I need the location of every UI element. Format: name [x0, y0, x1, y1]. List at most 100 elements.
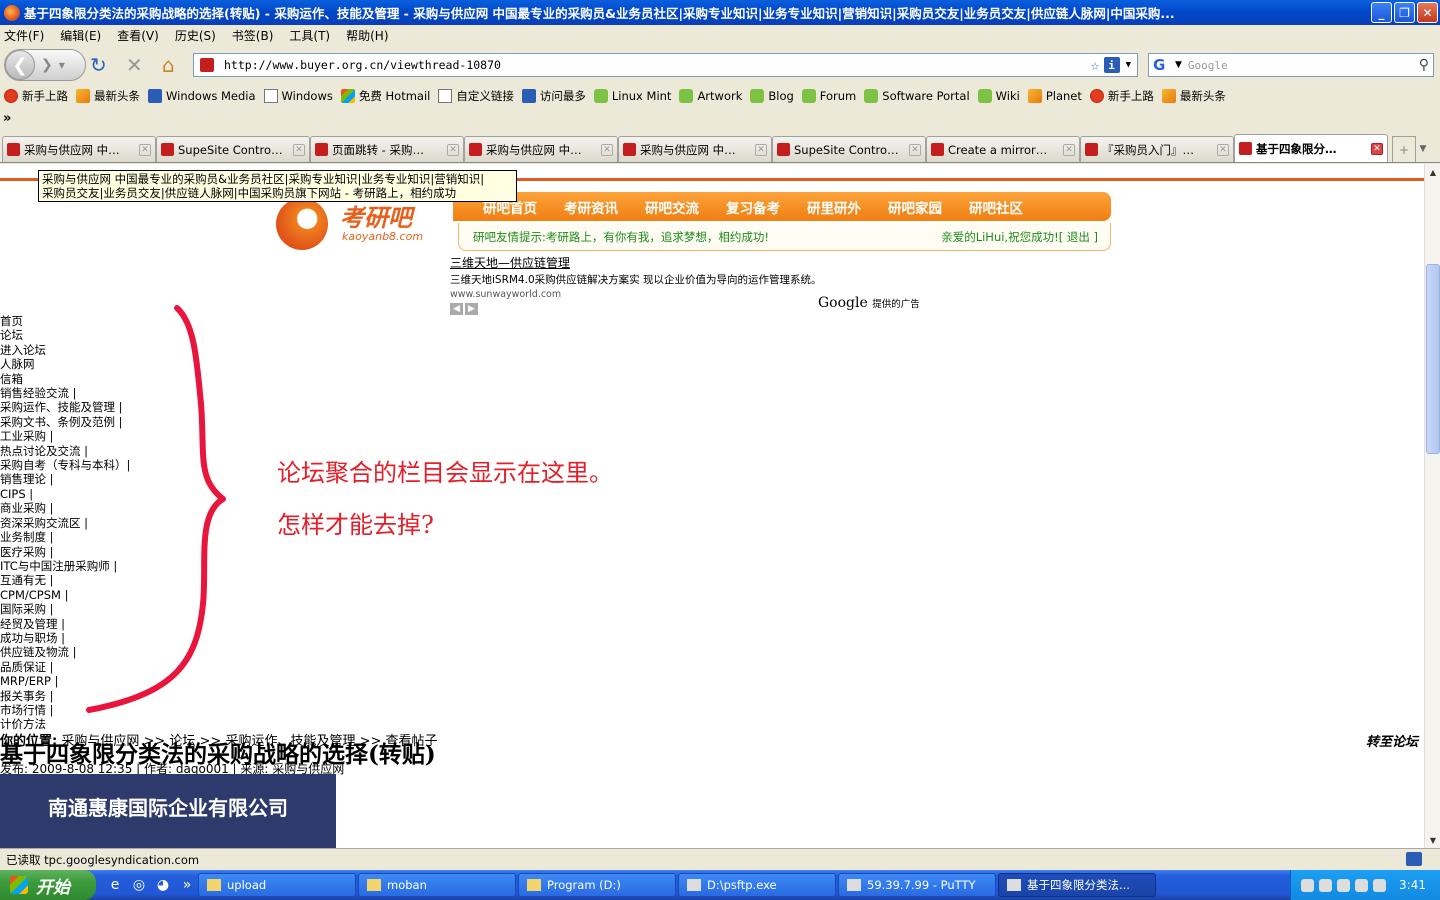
site-logo[interactable]: 考研吧 kaoyanb8.com	[276, 194, 436, 252]
taskbar-button[interactable]: D:\psftp.exe	[678, 873, 836, 897]
bookmark-item[interactable]: 自定义链接	[438, 88, 514, 104]
tab-close-icon[interactable]: ✕	[293, 143, 305, 156]
site-nav-item[interactable]: 研里研外	[807, 197, 861, 217]
tab[interactable]: 页面跳转 - 采购… ✕	[310, 136, 464, 162]
firefox-quicklaunch-icon[interactable]: ◕	[154, 876, 172, 894]
clock[interactable]: 3:41	[1399, 878, 1426, 892]
menu-file[interactable]: 文件(F)	[4, 27, 44, 44]
tab[interactable]: 采购与供应网 中… ✕	[464, 136, 618, 162]
tab-close-icon[interactable]: ✕	[601, 143, 613, 156]
menu-edit[interactable]: 编辑(E)	[60, 27, 101, 44]
ie-icon[interactable]: e	[106, 876, 124, 894]
volume-icon[interactable]	[1355, 878, 1369, 892]
bookmark-item[interactable]: 最新头条	[1161, 88, 1226, 104]
quick-launch-more-icon[interactable]: »	[178, 876, 196, 894]
search-engine-dropdown-icon[interactable]: ▼	[1175, 60, 1182, 70]
search-icon[interactable]: ⚲	[1419, 57, 1429, 73]
tab[interactable]: SupeSite Contro… ✕	[772, 136, 926, 162]
taskbar-button[interactable]: moban	[358, 873, 516, 897]
site-nav-item[interactable]: 研吧交流	[645, 197, 699, 217]
menu-view[interactable]: 查看(V)	[117, 27, 159, 44]
status-addon-icon[interactable]	[1406, 852, 1422, 866]
ad-title-link[interactable]: 三维天地—供应链管理	[450, 254, 920, 271]
transfer-to-forum-link[interactable]: 转至论坛	[1366, 731, 1418, 750]
tab-close-icon[interactable]: ✕	[1217, 143, 1229, 156]
network-icon[interactable]	[1337, 878, 1351, 892]
scroll-down-icon[interactable]: ▼	[1425, 832, 1440, 848]
outlook-icon[interactable]: ◎	[130, 876, 148, 894]
bookmark-item[interactable]: Wiki	[977, 89, 1020, 103]
tab[interactable]: 『采购员入门』… ✕	[1080, 136, 1234, 162]
bookmark-item[interactable]: Windows Media	[148, 89, 256, 103]
tab-close-icon[interactable]: ✕	[447, 143, 459, 156]
minimize-button[interactable]: _	[1371, 2, 1392, 23]
home-icon[interactable]: ⌂	[162, 54, 175, 76]
keyboard-icon[interactable]	[1301, 878, 1315, 892]
menu-bookmarks[interactable]: 书签(B)	[232, 27, 274, 44]
search-bar[interactable]: G ▼ Google ⚲	[1148, 53, 1434, 77]
tab[interactable]: 采购与供应网 中… ✕	[2, 136, 156, 162]
menu-help[interactable]: 帮助(H)	[346, 27, 388, 44]
taskbar-button[interactable]: 基于四象限分类法...	[998, 873, 1156, 897]
back-button[interactable]: ❮	[5, 50, 35, 80]
tray-arrow-icon[interactable]	[1319, 878, 1333, 892]
bookmark-star-icon[interactable]: ☆	[1091, 56, 1100, 74]
bookmark-item[interactable]: Software Portal	[864, 89, 970, 103]
tab[interactable]: 采购与供应网 中… ✕	[618, 136, 772, 162]
ad-attribution[interactable]: Google 提供的广告	[818, 295, 920, 311]
tab-list-dropdown-icon[interactable]: ▼	[1416, 136, 1430, 162]
start-button[interactable]: 开始	[0, 870, 96, 900]
search-input[interactable]: Google	[1188, 59, 1419, 72]
address-bar[interactable]: http://www.buyer.org.cn/viewthread-10870…	[193, 53, 1138, 77]
stop-icon[interactable]: ✕	[126, 54, 143, 76]
tab-close-icon[interactable]: ✕	[139, 143, 151, 156]
tab-close-icon[interactable]: ✕	[1063, 143, 1075, 156]
bookmark-item[interactable]: 免费 Hotmail	[340, 88, 430, 104]
bookmark-item[interactable]: Linux Mint	[593, 89, 671, 103]
site-info-icon[interactable]: i	[1103, 57, 1120, 73]
ad-next-icon[interactable]: ▶	[465, 303, 478, 315]
menu-history[interactable]: 历史(S)	[175, 27, 216, 44]
tab[interactable]: SupeSite Contro… ✕	[156, 136, 310, 162]
bookmark-item[interactable]: Artwork	[679, 89, 742, 103]
title-bar[interactable]: 基于四象限分类法的采购战略的选择(转贴) - 采购运作、技能及管理 - 采购与供…	[0, 0, 1440, 25]
site-nav-item[interactable]: 研吧家园	[888, 197, 942, 217]
history-dropdown-icon[interactable]: ▼	[59, 61, 65, 70]
toolbar-overflow-chevron[interactable]: »	[3, 111, 11, 126]
site-nav-item[interactable]: 研吧社区	[969, 197, 1023, 217]
bookmark-item[interactable]: Forum	[801, 89, 856, 103]
ad-prev-icon[interactable]: ◀	[450, 303, 463, 315]
bookmark-item[interactable]: Blog	[750, 89, 794, 103]
site-nav-item[interactable]: 考研资讯	[564, 197, 618, 217]
bookmark-item[interactable]: 新手上路	[1089, 88, 1154, 104]
reload-icon[interactable]: ↻	[90, 54, 107, 76]
bookmark-item[interactable]: 新手上路	[4, 88, 68, 104]
close-button[interactable]: ✕	[1417, 2, 1438, 23]
site-nav-item[interactable]: 复习备考	[726, 197, 780, 217]
bookmark-item[interactable]: 访问最多	[521, 88, 586, 104]
taskbar-button[interactable]: Program (D:)	[518, 873, 676, 897]
url-dropdown-icon[interactable]: ▼	[1126, 60, 1131, 70]
scroll-thumb[interactable]	[1426, 264, 1440, 454]
google-engine-icon[interactable]: G	[1153, 56, 1171, 74]
messenger-icon[interactable]	[1373, 878, 1387, 892]
maximize-button[interactable]: ❐	[1394, 2, 1415, 23]
user-greeting-link[interactable]: 亲爱的LiHui,祝您成功![ 退出 ]	[941, 229, 1098, 245]
tab-close-icon[interactable]: ✕	[1371, 142, 1383, 155]
menu-tools[interactable]: 工具(T)	[289, 27, 330, 44]
company-banner[interactable]: 南通惠康国际企业有限公司	[0, 774, 336, 848]
tab[interactable]: Create a mirror… ✕	[926, 136, 1080, 162]
scroll-up-icon[interactable]: ▲	[1425, 164, 1440, 180]
taskbar-button[interactable]: upload	[198, 873, 356, 897]
url-text[interactable]: http://www.buyer.org.cn/viewthread-10870	[224, 58, 1091, 72]
bookmark-item[interactable]: Windows	[263, 89, 333, 103]
taskbar-button[interactable]: 59.39.7.99 - PuTTY	[838, 873, 996, 897]
tab-close-icon[interactable]: ✕	[909, 143, 921, 156]
new-tab-button[interactable]: +	[1392, 136, 1416, 162]
bookmark-item[interactable]: Planet	[1027, 89, 1082, 103]
bookmark-item[interactable]: 最新头条	[76, 88, 140, 104]
tab[interactable]: 基于四象限分… ✕	[1234, 134, 1388, 162]
tab-close-icon[interactable]: ✕	[755, 143, 767, 156]
vertical-scrollbar[interactable]: ▲ ▼	[1424, 164, 1440, 848]
forward-button[interactable]: ❯	[41, 57, 53, 73]
